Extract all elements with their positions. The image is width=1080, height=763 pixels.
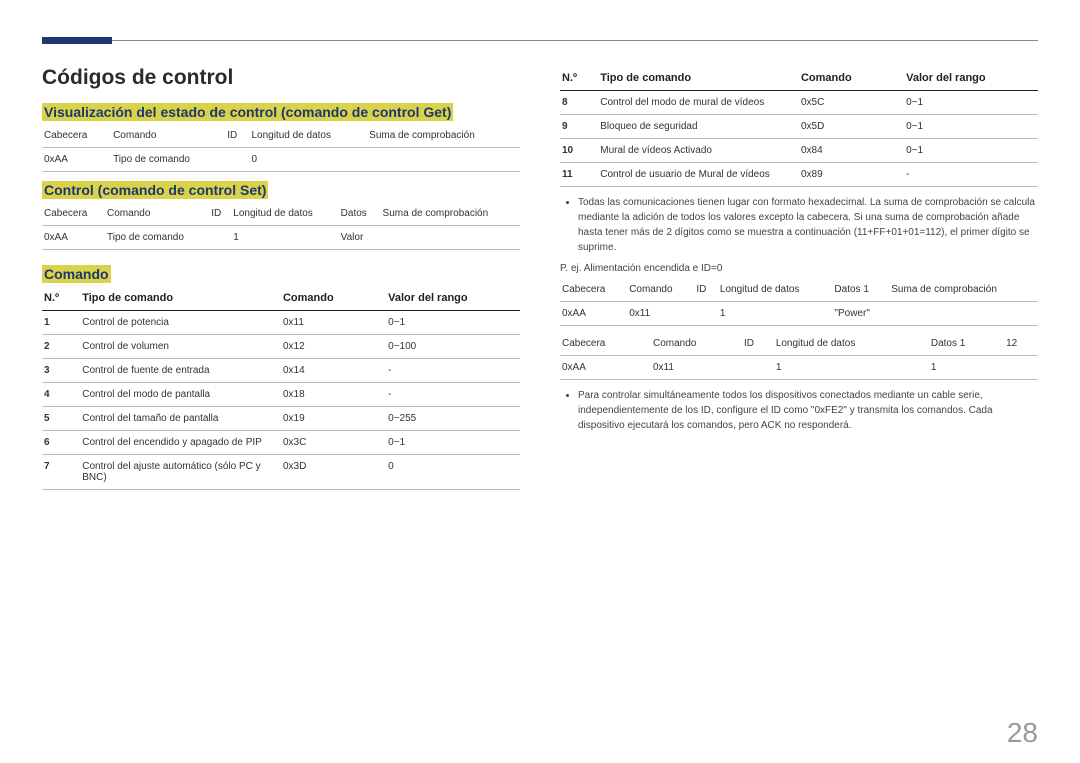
col-header: Datos	[339, 202, 381, 226]
get-table: Cabecera Comando ID Longitud de datos Su…	[42, 124, 520, 172]
section-command-heading: Comando	[42, 266, 520, 282]
table-row: 10Mural de vídeos Activado0x840~1	[560, 139, 1038, 163]
example-label: P. ej. Alimentación encendida e ID=0	[560, 263, 1038, 274]
table-row: 3Control de fuente de entrada0x14-	[42, 359, 520, 383]
example-table-1: Cabecera Comando ID Longitud de datos Da…	[560, 278, 1038, 326]
section-get-heading: Visualización del estado de control (com…	[42, 104, 520, 120]
section-set-heading: Control (comando de control Set)	[42, 182, 520, 198]
table-header-row: Cabecera Comando ID Longitud de datos Su…	[42, 124, 520, 148]
table-row: 5Control del tamaño de pantalla0x190~255	[42, 407, 520, 431]
col-header: Longitud de datos	[249, 124, 367, 148]
table-row: 0xAA Tipo de comando 1 Valor	[42, 226, 520, 250]
page: Códigos de control Visualización del est…	[0, 0, 1080, 763]
commands-table-left: N.º Tipo de comando Comando Valor del ra…	[42, 286, 520, 490]
table-row: 8Control del modo de mural de vídeos0x5C…	[560, 91, 1038, 115]
left-column: Códigos de control Visualización del est…	[42, 66, 520, 490]
heading-highlight: Comando	[42, 265, 111, 283]
commands-table-right: N.º Tipo de comando Comando Valor del ra…	[560, 66, 1038, 187]
col-header: Comando	[105, 202, 209, 226]
col-header: ID	[225, 124, 249, 148]
table-row: 0xAA 0x11 1 "Power"	[560, 302, 1038, 326]
col-header: Cabecera	[42, 124, 111, 148]
col-header: ID	[209, 202, 231, 226]
table-header-row: N.º Tipo de comando Comando Valor del ra…	[560, 66, 1038, 91]
table-row: 2Control de volumen0x120~100	[42, 335, 520, 359]
top-accent-bar	[42, 37, 112, 44]
table-header-row: N.º Tipo de comando Comando Valor del ra…	[42, 286, 520, 311]
example-table-2: Cabecera Comando ID Longitud de datos Da…	[560, 332, 1038, 380]
right-column: N.º Tipo de comando Comando Valor del ra…	[560, 66, 1038, 490]
top-rule	[42, 40, 1038, 41]
table-row: 4Control del modo de pantalla0x18-	[42, 383, 520, 407]
notes-list-2: Para controlar simultáneamente todos los…	[560, 388, 1038, 433]
table-row: 11Control de usuario de Mural de vídeos0…	[560, 163, 1038, 187]
col-header: Comando	[111, 124, 225, 148]
table-header-row: Cabecera Comando ID Longitud de datos Da…	[42, 202, 520, 226]
note-item: Para controlar simultáneamente todos los…	[578, 388, 1038, 433]
page-number: 28	[1007, 717, 1038, 749]
col-header: Suma de comprobación	[381, 202, 520, 226]
page-title: Códigos de control	[42, 66, 520, 90]
two-column-layout: Códigos de control Visualización del est…	[42, 66, 1038, 490]
table-row: 0xAA 0x11 1 1	[560, 356, 1038, 380]
table-row: 9Bloqueo de seguridad0x5D0~1	[560, 115, 1038, 139]
table-row: 7Control del ajuste automático (sólo PC …	[42, 455, 520, 490]
col-header: Suma de comprobación	[367, 124, 520, 148]
table-row: 0xAA Tipo de comando 0	[42, 148, 520, 172]
table-header-row: Cabecera Comando ID Longitud de datos Da…	[560, 278, 1038, 302]
col-header: Cabecera	[42, 202, 105, 226]
note-item: Todas las comunicaciones tienen lugar co…	[578, 195, 1038, 255]
set-table: Cabecera Comando ID Longitud de datos Da…	[42, 202, 520, 250]
heading-highlight: Visualización del estado de control (com…	[42, 103, 453, 121]
table-row: 6Control del encendido y apagado de PIP0…	[42, 431, 520, 455]
heading-highlight: Control (comando de control Set)	[42, 181, 268, 199]
col-header: Longitud de datos	[231, 202, 338, 226]
notes-list: Todas las comunicaciones tienen lugar co…	[560, 195, 1038, 255]
table-header-row: Cabecera Comando ID Longitud de datos Da…	[560, 332, 1038, 356]
table-row: 1Control de potencia0x110~1	[42, 311, 520, 335]
